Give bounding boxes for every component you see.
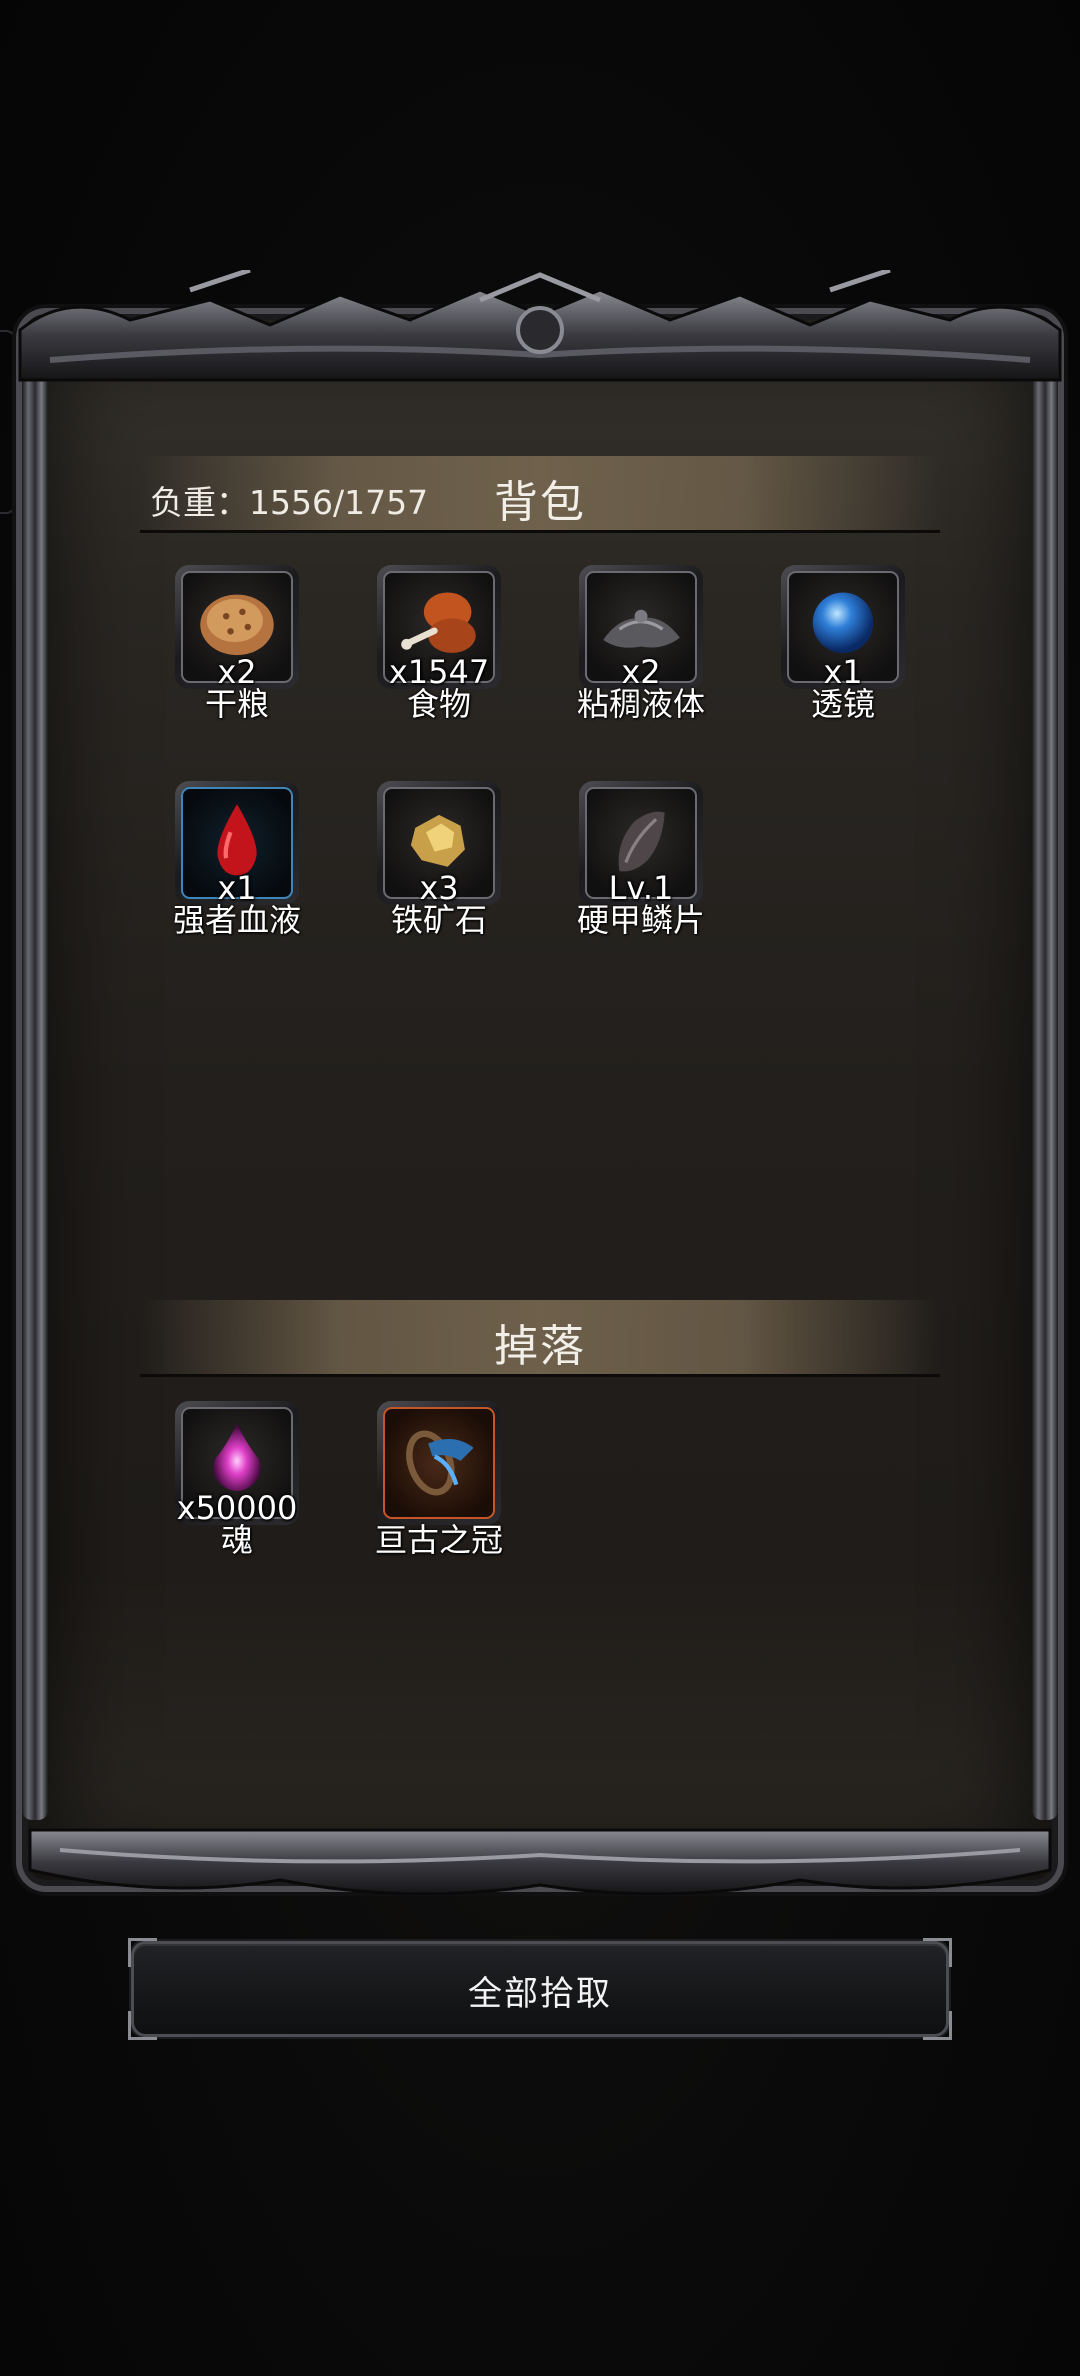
inventory-slot-viscous-liquid[interactable]: x2 粘稠液体 [577, 565, 705, 723]
inventory-slot-hard-scale[interactable]: Lv.1 硬甲鳞片 [577, 781, 705, 939]
button-corner-ornament [923, 2011, 952, 2040]
inventory-slot-lens[interactable]: x1 透镜 [781, 565, 905, 723]
drop-slot-ancient-crown[interactable]: 亘古之冠 [375, 1401, 503, 1559]
frame-left-border [22, 360, 48, 1820]
item-name: 硬甲鳞片 [576, 901, 705, 939]
inventory-slot-iron-ore[interactable]: x3 铁矿石 [377, 781, 501, 939]
ornate-frame-top [18, 270, 1062, 382]
game-screen: 背包 负重：1556/1757 x2 干粮 x1547 食物 x2 粘稠液体 x… [0, 0, 1080, 2376]
drops-header-bar: 掉落 [140, 1300, 940, 1377]
button-corner-ornament [128, 1938, 157, 1967]
crown-icon [406, 1430, 474, 1496]
ornate-frame-bottom [28, 1828, 1052, 1896]
frame-right-border [1032, 360, 1058, 1820]
button-corner-ornament [923, 1938, 952, 1967]
carry-weight: 负重：1556/1757 [150, 483, 429, 522]
inventory-panel [28, 320, 1052, 1880]
button-corner-ornament [128, 2011, 157, 2040]
pickup-all-button[interactable]: 全部拾取 [128, 1938, 952, 2040]
inventory-slot-strong-blood[interactable]: x1 强者血液 [173, 781, 301, 939]
inventory-slot-food[interactable]: x1547 食物 [377, 565, 501, 723]
item-name: 亘古之冠 [374, 1521, 503, 1559]
pickup-all-label: 全部拾取 [468, 1974, 612, 2014]
drop-slot-soul[interactable]: x50000 魂 [175, 1401, 299, 1559]
drops-title: 掉落 [494, 1321, 586, 1372]
inventory-slot-dry-rations[interactable]: x2 干粮 [175, 565, 299, 723]
item-name: 透镜 [810, 685, 875, 723]
